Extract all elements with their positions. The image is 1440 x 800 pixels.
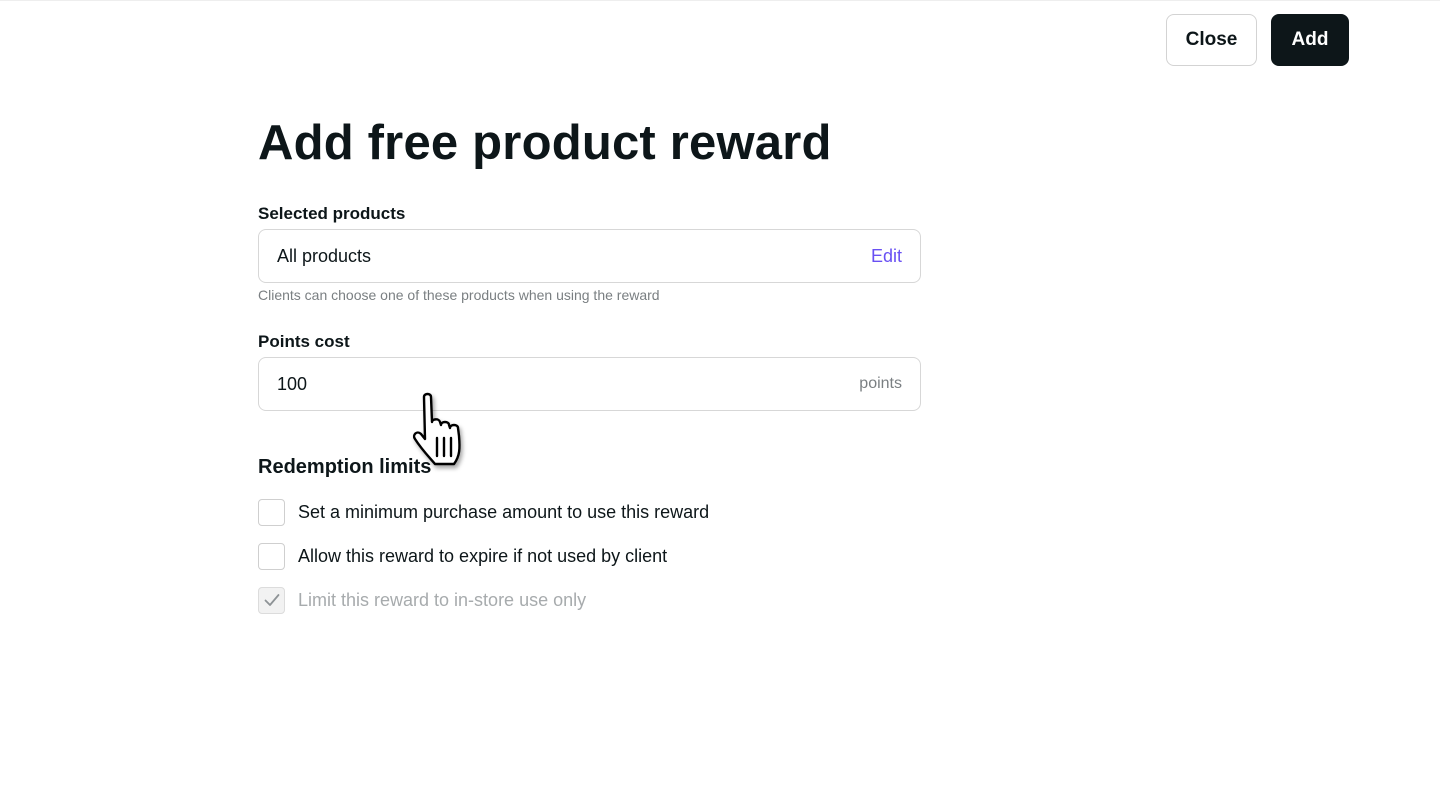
min-purchase-option[interactable]: Set a minimum purchase amount to use thi… (258, 498, 709, 526)
in-store-label: Limit this reward to in-store use only (298, 589, 587, 610)
expire-option[interactable]: Allow this reward to expire if not used … (258, 542, 667, 570)
expire-checkbox[interactable] (258, 542, 285, 570)
checkmark-icon (264, 594, 279, 606)
selected-products-field[interactable]: All products Edit (258, 229, 921, 283)
redemption-limits-title: Redemption limits (258, 456, 432, 478)
points-cost-input[interactable]: 100 points (258, 357, 921, 411)
add-button[interactable]: Add (1271, 14, 1349, 66)
points-cost-value[interactable]: 100 (277, 374, 307, 395)
selected-products-label: Selected products (258, 204, 406, 223)
page-title: Add free product reward (258, 116, 832, 170)
selected-products-value: All products (277, 245, 372, 266)
in-store-option[interactable]: Limit this reward to in-store use only (258, 586, 586, 614)
min-purchase-checkbox[interactable] (258, 498, 285, 526)
selected-products-helper: Clients can choose one of these products… (258, 287, 660, 303)
add-reward-page: Close Add Add free product reward Select… (0, 0, 1440, 800)
edit-products-link[interactable]: Edit (871, 246, 902, 267)
close-button[interactable]: Close (1166, 14, 1257, 66)
top-divider (0, 0, 1440, 1)
points-cost-label: Points cost (258, 332, 350, 351)
in-store-checkbox[interactable] (258, 586, 285, 614)
min-purchase-label: Set a minimum purchase amount to use thi… (298, 501, 710, 522)
points-suffix: points (859, 375, 902, 392)
expire-label: Allow this reward to expire if not used … (298, 545, 668, 566)
